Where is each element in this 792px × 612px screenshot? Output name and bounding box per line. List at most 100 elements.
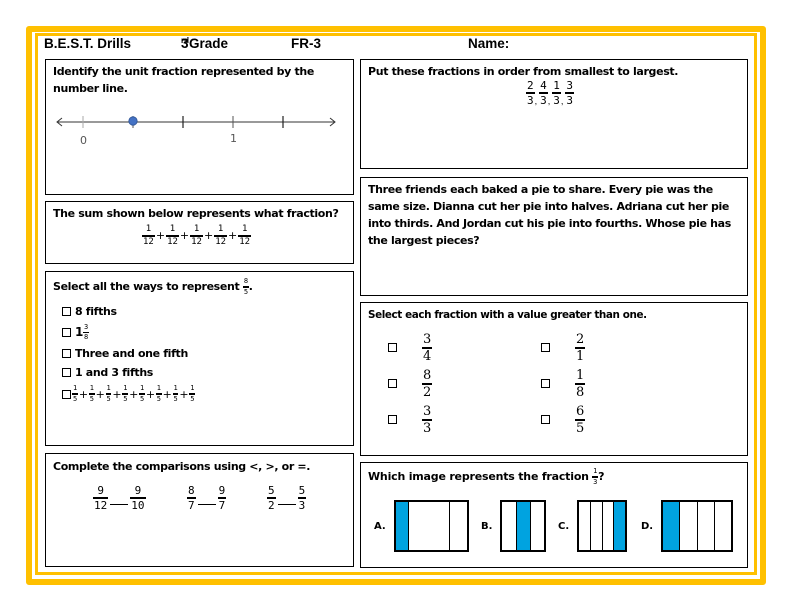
plotted-point — [128, 116, 138, 126]
fraction: 15 — [189, 384, 196, 403]
fraction: 1 12 — [214, 224, 228, 247]
option[interactable]: 21 — [541, 332, 586, 364]
fraction-model — [577, 500, 628, 552]
fraction: 53 — [297, 484, 307, 512]
checkbox[interactable] — [541, 343, 550, 353]
model-part — [679, 502, 696, 550]
option[interactable]: 65 — [541, 404, 586, 436]
comparison[interactable]: 87 97 — [187, 484, 227, 512]
question-comparisons: Complete the comparisons using <, >, or … — [45, 453, 354, 567]
checkbox[interactable] — [62, 368, 71, 377]
checkbox[interactable] — [388, 415, 397, 425]
question-prompt: Which image represents the fraction 1 3? — [368, 467, 605, 486]
option[interactable]: 138 — [62, 321, 195, 344]
model-part — [589, 502, 602, 550]
checkbox[interactable] — [541, 415, 550, 425]
fraction: 1 12 — [142, 224, 155, 247]
question-prompt: Select all the ways to represent 85. — [53, 277, 253, 296]
question-select-all: Select all the ways to represent 85. 8 f… — [45, 271, 354, 446]
fraction-list: 23, 43, 13, 33 — [526, 79, 575, 107]
number-line — [56, 116, 336, 128]
question-prompt: Select each fraction with a value greate… — [368, 309, 647, 321]
fraction: 33 — [422, 404, 433, 436]
image-option-c[interactable]: C. — [558, 500, 628, 552]
comparison-blank[interactable] — [197, 503, 216, 505]
question-which-image: Which image represents the fraction 1 3? … — [360, 462, 748, 568]
question-number-line: Identify the unit fraction represented b… — [45, 59, 354, 195]
model-part — [601, 502, 614, 550]
model-part-shaded — [663, 502, 680, 550]
fraction: 43 — [539, 79, 548, 107]
option[interactable]: 33 — [388, 404, 433, 436]
option[interactable]: 1 5 + 1 5 + 1 5 + 1 5 + 1 5 + 1 5 + 1 5 + 15 — [62, 382, 196, 406]
checkbox[interactable] — [62, 389, 71, 399]
option[interactable]: 1 and 3 fifths — [62, 363, 195, 382]
comparison-blank[interactable] — [277, 503, 296, 505]
option[interactable]: 18 — [541, 368, 586, 400]
image-option-d[interactable]: D. — [641, 500, 734, 552]
fraction: 1 12 — [166, 224, 179, 247]
fraction: 82 — [422, 368, 433, 400]
model-part — [407, 502, 449, 550]
checkbox[interactable] — [62, 328, 71, 337]
worksheet-code: FR-3 — [291, 36, 321, 51]
fraction-model — [661, 500, 734, 552]
fraction: 52 — [267, 484, 276, 512]
fraction: 65 — [575, 404, 586, 436]
model-part-shaded — [515, 502, 531, 550]
fraction: 21 — [575, 332, 586, 364]
fraction: 9 10 — [130, 484, 146, 512]
question-prompt: The sum shown below represents what frac… — [53, 207, 339, 220]
fraction: 13 — [552, 79, 561, 107]
option[interactable]: 34 — [388, 332, 433, 364]
fraction: 38 — [83, 322, 89, 342]
fraction: 1 12 — [238, 224, 252, 247]
checkbox[interactable] — [541, 379, 550, 389]
fraction: 33 — [565, 79, 575, 107]
question-prompt: Three friends each baked a pie to share.… — [368, 183, 731, 247]
fraction: 18 — [575, 368, 586, 400]
question-greater-than-one: Select each fraction with a value greate… — [360, 302, 748, 456]
fraction: 23 — [526, 79, 535, 107]
question-ordering: Put these fractions in order from smalle… — [360, 59, 748, 169]
question-prompt: Identify the unit fraction represented b… — [53, 65, 314, 95]
fraction-model — [500, 500, 547, 552]
checkbox[interactable] — [388, 343, 397, 353]
name-label: Name: — [468, 36, 510, 51]
fraction-model — [393, 500, 469, 552]
checkbox[interactable] — [62, 349, 71, 358]
model-part — [713, 502, 731, 550]
image-option-a[interactable]: A. — [374, 500, 469, 552]
option[interactable]: Three and one fifth — [62, 344, 195, 363]
checkbox[interactable] — [62, 307, 71, 316]
number-line-label-1: 1 — [230, 132, 237, 145]
fraction: 34 — [422, 332, 433, 364]
sum-expression: 1 12 + 1 12 + 1 12 + 1 12 + 1 12 — [142, 224, 252, 247]
option[interactable]: 8 fifths — [62, 302, 195, 321]
comparison[interactable]: 52 53 — [267, 484, 307, 512]
fraction: 1 12 — [190, 224, 203, 247]
question-prompt: Put these fractions in order from smalle… — [368, 65, 679, 78]
fraction: 87 — [187, 484, 196, 512]
fraction: 97 — [217, 484, 227, 512]
image-option-b[interactable]: B. — [481, 500, 547, 552]
options-list: 8 fifths 138 Three and one fifth 1 and 3… — [62, 302, 196, 406]
option[interactable]: 82 — [388, 368, 433, 400]
worksheet-title: B.E.S.T. Drills — [44, 36, 132, 51]
question-word-problem: Three friends each baked a pie to share.… — [360, 177, 748, 296]
comparison-blank[interactable] — [110, 503, 129, 505]
model-part-shaded — [395, 502, 408, 550]
number-line-label-0: 0 — [80, 134, 87, 147]
model-part — [448, 502, 467, 550]
fraction: 9 12 — [93, 484, 109, 512]
grade-level: 3rd Grade — [181, 36, 229, 51]
model-part — [579, 502, 590, 550]
model-part — [502, 502, 515, 550]
model-part — [696, 502, 714, 550]
model-part-shaded — [613, 502, 626, 550]
question-prompt: Complete the comparisons using <, >, or … — [53, 460, 311, 473]
checkbox[interactable] — [388, 379, 397, 389]
comparison[interactable]: 9 12 9 10 — [93, 485, 146, 511]
question-sum: The sum shown below represents what frac… — [45, 201, 354, 264]
model-part — [530, 502, 544, 550]
